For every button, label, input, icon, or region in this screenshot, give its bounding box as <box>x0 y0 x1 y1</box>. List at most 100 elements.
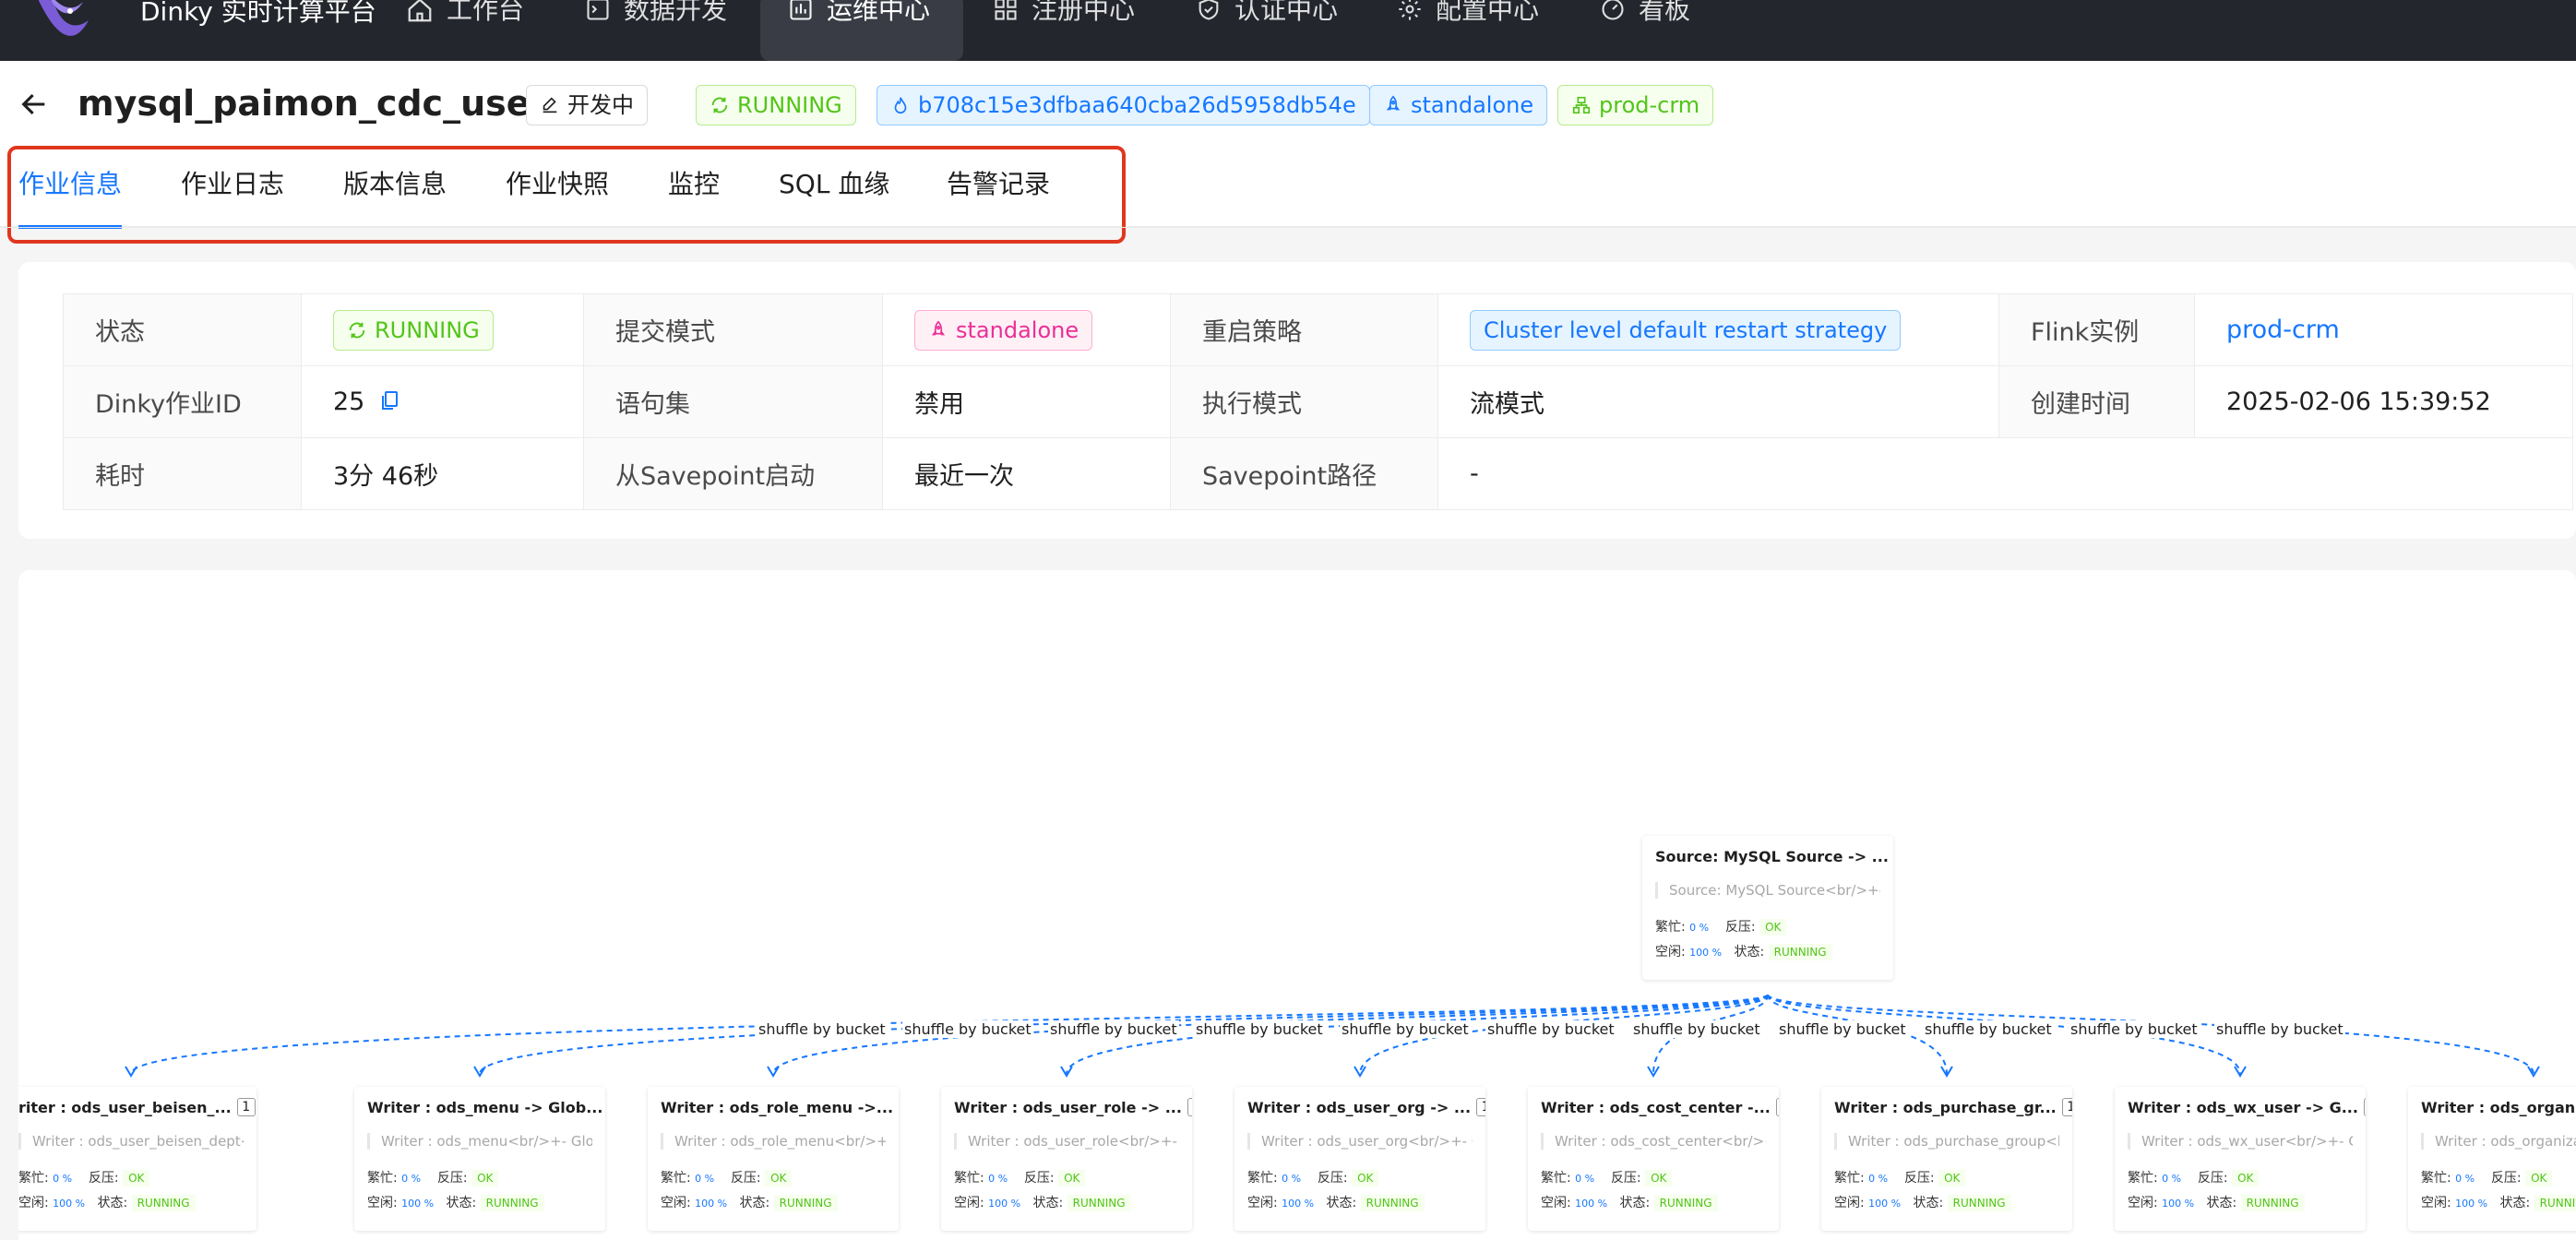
idle-value: 100 % <box>988 1198 1021 1210</box>
node-title-text: Writer : ods_wx_user -> G... <box>2128 1098 2358 1116</box>
savepoint-start-value: 最近一次 <box>882 437 1171 510</box>
tag-label: 开发中 <box>567 92 634 118</box>
status-badge: RUNNING <box>333 309 494 351</box>
node-description: Writer : ods_menu<br/>+- Glob <box>367 1133 592 1150</box>
edge-label: shuffle by bucket <box>757 1020 888 1038</box>
node-stats: 繁忙: 0 % 反压: OK 空闲: 100 % 状态: RUNNING <box>18 1166 244 1216</box>
mode-badge: standalone <box>914 309 1093 351</box>
node-stats: 繁忙: 0 % 反压: OK 空闲: 100 % 状态: RUNNING <box>1834 1166 2059 1216</box>
nav-label: 运维中心 <box>827 0 931 25</box>
terminal-icon <box>587 0 609 20</box>
idle-value: 100 % <box>53 1198 86 1210</box>
edge-label: shuffle by bucket <box>1194 1020 1325 1038</box>
submit-mode-cell: standalone <box>882 293 1171 366</box>
dinky-job-id-value: 25 <box>333 388 365 416</box>
node-description: Writer : ods_wx_user<br/>+- Gl <box>2128 1133 2353 1150</box>
tab-sql-lineage[interactable]: SQL 血缘 <box>779 168 889 201</box>
tab-job-snapshot[interactable]: 作业快照 <box>506 168 609 201</box>
busy-label: 繁忙: <box>367 1171 398 1186</box>
nav-item-devops[interactable]: 运维中心 <box>760 0 963 61</box>
tab-alert-records[interactable]: 告警记录 <box>947 168 1050 201</box>
edit-status-tag[interactable]: 开发中 <box>526 85 648 125</box>
table-row: 耗时 3分 46秒 从Savepoint启动 最近一次 Savepoint路径 … <box>63 437 2573 510</box>
edge-arrow-icon <box>1354 1066 1366 1078</box>
nav-item-data-dev[interactable]: 数据开发 <box>585 0 727 61</box>
parallelism-badge: 1 <box>2363 1098 2366 1116</box>
created-time-label: 创建时间 <box>1998 365 2195 438</box>
node-title-text: Writer : ods_purchase_gr... <box>1834 1098 2057 1116</box>
top-nav: Dinky 实时计算平台 工作台 数据开发 运维中心 注册中心 认证中心 配置中… <box>0 0 2576 61</box>
state-value: RUNNING <box>773 1195 838 1211</box>
nav-item-registry[interactable]: 注册中心 <box>993 0 1135 61</box>
flink-instance-link[interactable]: prod-crm <box>2226 316 2340 344</box>
busy-value: 0 % <box>1575 1173 1595 1185</box>
page-title: mysql_paimon_cdc_user <box>78 83 548 124</box>
backpressure-label: 反压: <box>2197 1171 2228 1186</box>
source-node[interactable]: Source: MySQL Source -> ... 1 Source: My… <box>1642 836 1893 980</box>
state-value: RUNNING <box>2534 1195 2576 1211</box>
node-stats: 繁忙: 0 % 反压: OK 空闲: 100 % 状态: RUNNING <box>1655 915 1880 965</box>
node-title: Writer : ods_wx_user -> G... 1 <box>2128 1098 2366 1116</box>
busy-label: 繁忙: <box>18 1171 49 1186</box>
writer-node[interactable]: Writer : ods_purchase_gr... 1 Writer : ods… <box>1821 1087 2072 1231</box>
back-arrow-icon[interactable] <box>18 89 50 120</box>
flink-instance-label: Flink实例 <box>1998 293 2195 366</box>
badge-label: standalone <box>956 316 1079 343</box>
busy-value: 0 % <box>988 1173 1008 1185</box>
writer-node[interactable]: Writer : ods_role_menu ->...1Writer : od… <box>648 1087 899 1231</box>
idle-label: 空闲: <box>661 1196 691 1210</box>
copy-icon[interactable] <box>378 388 400 412</box>
dashboard-icon <box>1602 0 1624 20</box>
status-label: 状态 <box>63 293 302 366</box>
busy-label: 繁忙: <box>1247 1171 1278 1186</box>
edge-label: shuffle by bucket <box>2069 1020 2200 1038</box>
node-description: Writer : ods_purchase_group<b <box>1834 1133 2059 1150</box>
node-stats: 繁忙: 0 % 反压: OK 空闲: 100 % 状态: RUNNING <box>2421 1166 2576 1216</box>
nav-item-config[interactable]: 配置中心 <box>1397 0 1539 61</box>
tab-job-log[interactable]: 作业日志 <box>181 168 284 201</box>
state-label: 状态: <box>1032 1196 1064 1210</box>
writer-node[interactable]: Writer : ods_user_role -> ...1Writer : o… <box>941 1087 1192 1231</box>
edge-label: shuffle by bucket <box>902 1020 1033 1038</box>
edge-label: shuffle by bucket <box>1923 1020 2054 1038</box>
writer-node[interactable]: Writer : ods_user_org -> ...1Writer : od… <box>1234 1087 1485 1231</box>
writer-node[interactable]: Writer : ods_cost_center -...1Writer : o… <box>1528 1087 1779 1231</box>
writer-node[interactable]: Writer : ods_wx_user -> G...1Writer : od… <box>2115 1087 2366 1231</box>
status-cell: RUNNING <box>301 293 584 366</box>
nav-item-auth[interactable]: 认证中心 <box>1196 0 1338 61</box>
backpressure-label: 反压: <box>1903 1171 1935 1186</box>
nav-item-dashboard[interactable]: 看板 <box>1600 0 1690 61</box>
restart-strategy-badge: Cluster level default restart strategy <box>1470 309 1902 351</box>
table-row: Dinky作业ID 25 语句集 禁用 执行模式 流模式 创建时间 2025-0… <box>63 365 2573 438</box>
backpressure-value: OK <box>1645 1170 1673 1186</box>
busy-value: 0 % <box>401 1173 422 1185</box>
flink-job-id-tag[interactable]: b708c15e3dfbaa640cba26d5958db54e <box>877 85 1370 125</box>
idle-label: 空闲: <box>2128 1196 2158 1210</box>
node-stats: 繁忙: 0 % 反压: OK 空闲: 100 % 状态: RUNNING <box>1541 1166 1766 1216</box>
tab-version-info[interactable]: 版本信息 <box>343 168 447 201</box>
idle-value: 100 % <box>1689 947 1723 959</box>
writer-node[interactable]: riter : ods_user_beisen_... 1 Writer : ods… <box>18 1087 256 1231</box>
parallelism-badge: 1 <box>236 1098 256 1116</box>
exec-mode-label: 执行模式 <box>1170 365 1438 438</box>
writer-node[interactable]: Writer : ods_organization ...1Writer : o… <box>2408 1087 2576 1231</box>
rocket-icon <box>931 320 946 335</box>
node-title: Writer : ods_user_role -> ... 1 <box>954 1098 1192 1116</box>
idle-label: 空闲: <box>18 1196 49 1210</box>
node-title-text: riter : ods_user_beisen_... <box>18 1098 232 1116</box>
writer-node[interactable]: Writer : ods_menu -> Glob...1Writer : od… <box>354 1087 605 1231</box>
state-value: RUNNING <box>131 1195 196 1211</box>
dinky-logo[interactable] <box>28 0 92 50</box>
tab-job-info[interactable]: 作业信息 <box>18 168 122 201</box>
node-title: Writer : ods_purchase_gr... 1 <box>1834 1098 2072 1116</box>
job-graph-panel[interactable]: Source: MySQL Source -> ... 1 Source: My… <box>18 570 2576 1240</box>
state-value: RUNNING <box>1947 1195 2011 1211</box>
node-description: Writer : ods_user_beisen_dept< <box>18 1133 244 1150</box>
busy-label: 繁忙: <box>2128 1171 2158 1186</box>
nav-label: 认证中心 <box>1234 0 1339 25</box>
tab-monitor[interactable]: 监控 <box>668 168 720 201</box>
nav-item-workbench[interactable]: 工作台 <box>406 0 524 61</box>
busy-value: 0 % <box>1868 1173 1889 1185</box>
state-label: 状态: <box>2206 1196 2237 1210</box>
node-title-text: Writer : ods_menu -> Glob... <box>367 1098 603 1116</box>
